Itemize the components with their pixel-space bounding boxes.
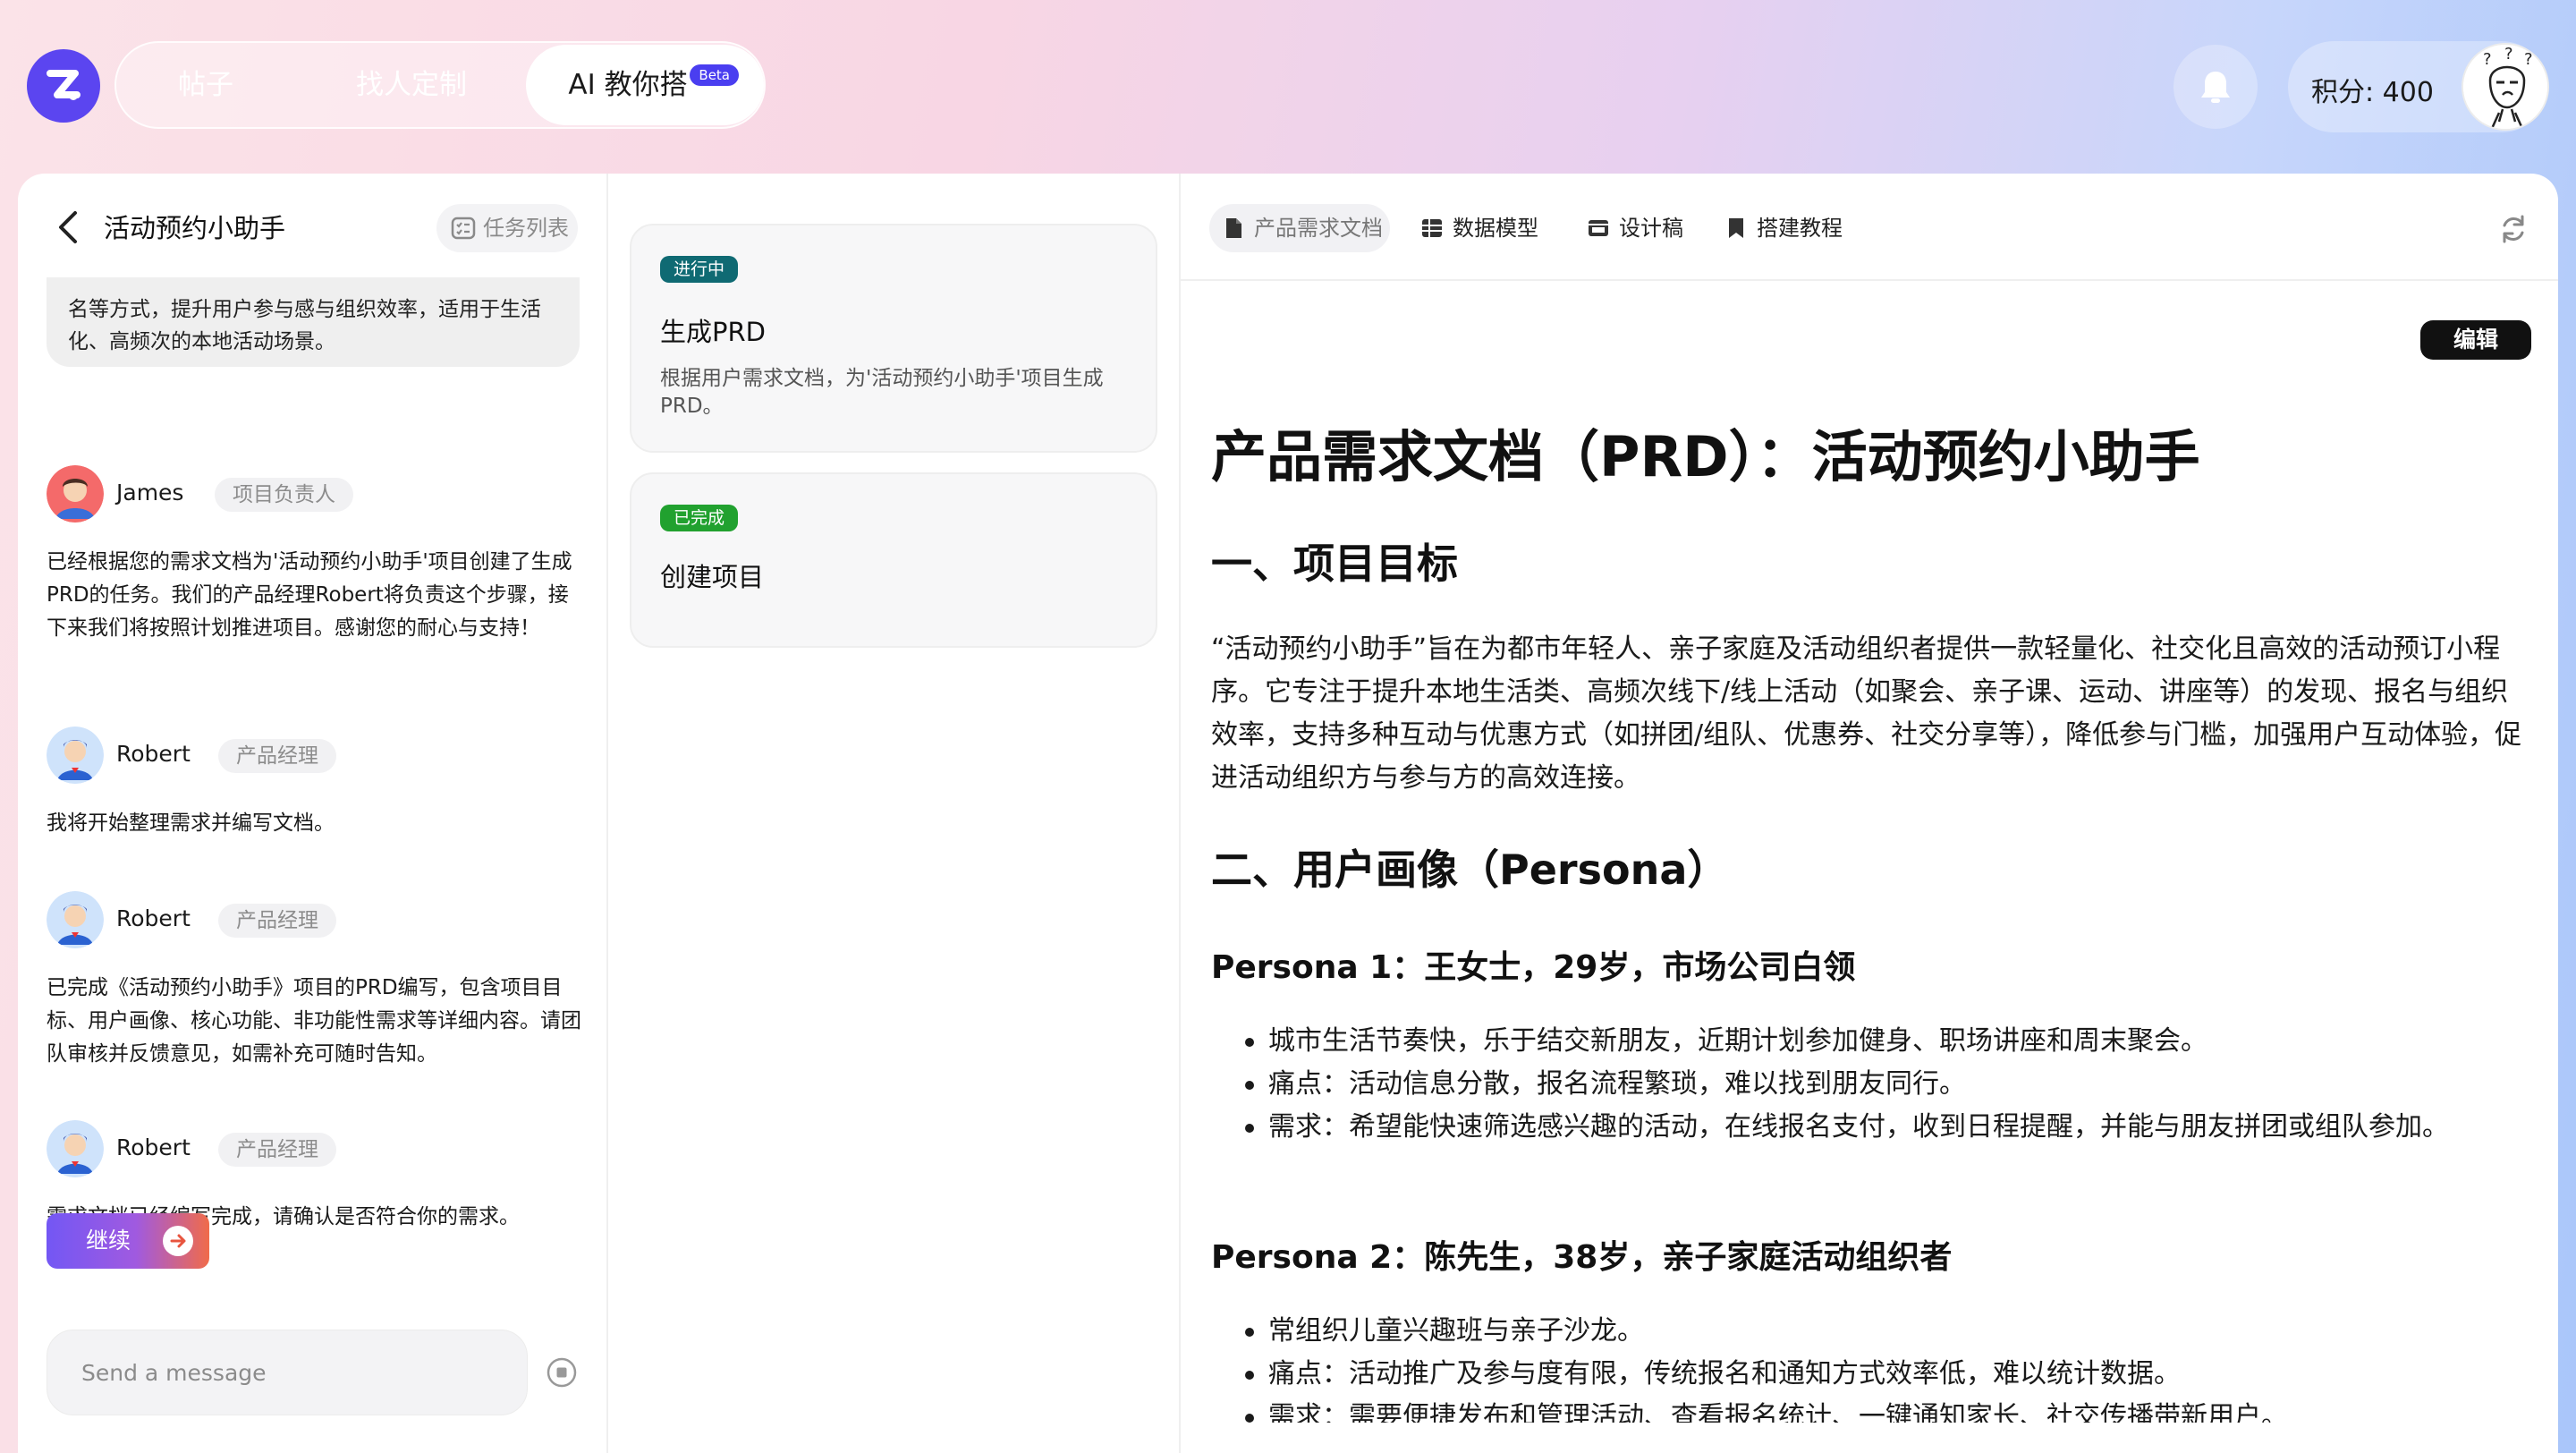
status-badge-in-progress: 进行中: [660, 256, 739, 283]
svg-text:?: ?: [2504, 45, 2513, 64]
list-item: 需求：希望能快速筛选感兴趣的活动，在线报名支付，收到日程提醒，并能与朋友拼团或组…: [1211, 1106, 2526, 1149]
logo-icon: [47, 70, 80, 100]
role-badge: 产品经理: [218, 1133, 336, 1167]
message-input-placeholder: Send a message: [81, 1360, 267, 1386]
persona-heading: Persona 1：王女士，29岁，市场公司白领: [1211, 949, 1856, 986]
avatar: [47, 726, 104, 784]
continue-label: 继续: [86, 1228, 131, 1253]
james-avatar-icon: [47, 465, 104, 523]
task-panel: 进行中 生成PRD 根据用户需求文档，为'活动预约小助手'项目生成PRD。 已完…: [608, 174, 1179, 1453]
task-list-button[interactable]: 任务列表: [436, 204, 578, 252]
nav-tab-label: 帖子: [178, 69, 233, 101]
list-item: 痛点：活动信息分散，报名流程繁琐，难以找到朋友同行。: [1211, 1063, 2526, 1106]
role-badge: 产品经理: [218, 904, 336, 938]
document-title: 产品需求文档（PRD）：活动预约小助手: [1211, 424, 2200, 489]
task-description: 根据用户需求文档，为'活动预约小助手'项目生成PRD。: [660, 367, 1104, 418]
chat-message: Robert 产品经理 我将开始整理需求并编写文档。: [47, 726, 592, 840]
document-scroll-area[interactable]: 产品需求文档（PRD）：活动预约小助手 一、项目目标 “活动预约小助手”旨在为都…: [1181, 174, 2558, 1423]
persona-heading: Persona 2：陈先生，38岁，亲子家庭活动组织者: [1211, 1239, 1953, 1276]
message-bubble-partial: 名等方式，提升用户参与感与组织效率，适用于生活化、高频次的本地活动场景。: [47, 277, 580, 367]
message-text: 我将开始整理需求并编写文档。: [47, 811, 335, 835]
task-list-label: 任务列表: [483, 216, 569, 241]
avatar-sketch-icon: ? ? ?: [2463, 45, 2547, 129]
notification-button[interactable]: [2174, 45, 2258, 129]
sender-name: Robert: [116, 905, 191, 931]
task-title: 创建项目: [660, 562, 765, 592]
svg-text:?: ?: [2524, 50, 2533, 69]
nav-tab-posts[interactable]: 帖子: [134, 43, 277, 127]
chat-header: 活动预约小助手 任务列表: [18, 174, 606, 281]
arrow-right-icon: [163, 1226, 193, 1256]
task-title: 生成PRD: [660, 317, 766, 347]
list-item: 痛点：活动推广及参与度有限，传统报名和通知方式效率低，难以统计数据。: [1211, 1353, 2526, 1396]
chat-panel: 活动预约小助手 任务列表 名等方式，提升用户参与感与组织效率，适用于生活化、高频…: [18, 174, 606, 1453]
document-panel: 产品需求文档 数据模型 设计稿 搭建教程 编辑 产品需求文档（PRD）：活动预约…: [1181, 174, 2558, 1453]
continue-button[interactable]: 继续: [47, 1213, 209, 1269]
status-badge-done: 已完成: [660, 505, 739, 531]
bell-icon: [2201, 72, 2230, 103]
stop-icon[interactable]: [546, 1356, 578, 1389]
task-list-icon: [451, 217, 476, 240]
message-text: 已完成《活动预约小助手》项目的PRD编写，包含项目目标、用户画像、核心功能、非功…: [47, 976, 581, 1066]
role-badge: 项目负责人: [215, 478, 353, 512]
section-paragraph: “活动预约小助手”旨在为都市年轻人、亲子家庭及活动组织者提供一款轻量化、社交化且…: [1211, 633, 2522, 794]
message-text: 已经根据您的需求文档为'活动预约小助手'项目创建了生成PRD的任务。我们的产品经…: [47, 550, 572, 640]
section-heading: 二、用户画像（Persona）: [1211, 845, 1729, 894]
persona-list: 城市生活节奏快，乐于结交新朋友，近期计划参加健身、职场讲座和周末聚会。 痛点：活…: [1211, 1020, 2526, 1149]
task-card[interactable]: 进行中 生成PRD 根据用户需求文档，为'活动预约小助手'项目生成PRD。: [630, 224, 1157, 453]
list-item: 需求：需要便捷发布和管理活动、查看报名统计、一键通知家长、社交传播带新用户。: [1211, 1396, 2526, 1423]
chat-message: Robert 产品经理 已完成《活动预约小助手》项目的PRD编写，包含项目目标、…: [47, 891, 592, 1071]
user-avatar[interactable]: ? ? ?: [2462, 43, 2549, 131]
svg-text:?: ?: [2483, 50, 2492, 69]
nav-tab-find-custom[interactable]: 找人定制: [313, 43, 510, 127]
beta-badge: Beta: [690, 64, 739, 86]
chat-message: James 项目负责人 已经根据您的需求文档为'活动预约小助手'项目创建了生成P…: [47, 465, 592, 645]
persona-list: 常组织儿童兴趣班与亲子沙龙。 痛点：活动推广及参与度有限，传统报名和通知方式效率…: [1211, 1310, 2526, 1423]
robert-avatar-icon: [47, 726, 104, 784]
message-input[interactable]: Send a message: [47, 1330, 528, 1415]
avatar: [47, 465, 104, 523]
robert-avatar-icon: [47, 891, 104, 948]
chat-title: 活动预约小助手: [104, 213, 286, 243]
section-heading: 一、项目目标: [1211, 540, 1458, 588]
sender-name: Robert: [116, 1134, 191, 1160]
nav-tab-ai-build[interactable]: AI 教你搭 Beta: [526, 45, 764, 125]
points-text: 积分: 400: [2311, 77, 2434, 108]
bubble-text: 名等方式，提升用户参与感与组织效率，适用于生活化、高频次的本地活动场景。: [68, 298, 541, 353]
robert-avatar-icon: [47, 1120, 104, 1177]
nav-tab-label: 找人定制: [356, 69, 467, 101]
list-item: 城市生活节奏快，乐于结交新朋友，近期计划参加健身、职场讲座和周末聚会。: [1211, 1020, 2526, 1063]
avatar: [47, 1120, 104, 1177]
sender-name: James: [116, 480, 184, 506]
avatar: [47, 891, 104, 948]
role-badge: 产品经理: [218, 739, 336, 773]
task-card[interactable]: 已完成 创建项目: [630, 472, 1157, 648]
main-nav: 帖子 找人定制 AI 教你搭 Beta: [114, 41, 766, 129]
list-item: 常组织儿童兴趣班与亲子沙龙。: [1211, 1310, 2526, 1353]
back-arrow-icon[interactable]: [52, 209, 84, 245]
app-logo[interactable]: [27, 49, 100, 123]
nav-tab-label: AI 教你搭: [568, 69, 688, 101]
top-bar: 帖子 找人定制 AI 教你搭 Beta 积分: 400 ? ? ?: [0, 0, 2576, 174]
sender-name: Robert: [116, 741, 191, 767]
